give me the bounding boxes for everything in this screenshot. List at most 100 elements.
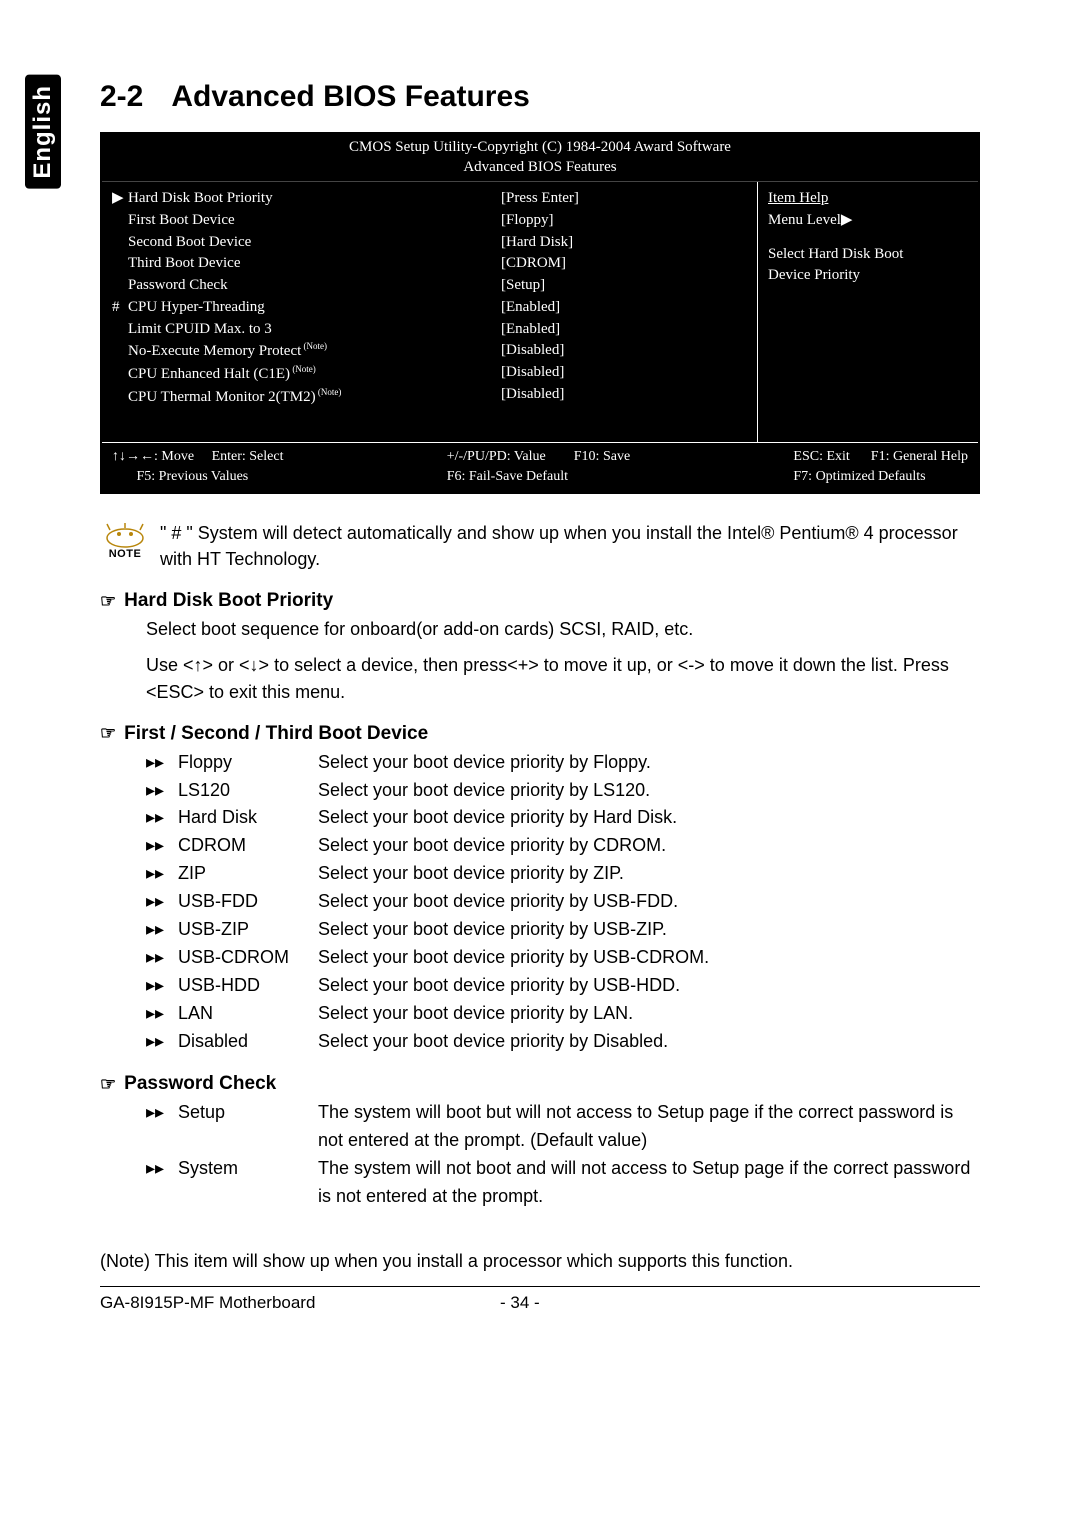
password-option-text: The system will not boot and will not ac… (318, 1155, 980, 1211)
bios-key-select: Enter: Select (212, 449, 284, 464)
bullet-icon: ▸▸ (146, 916, 168, 944)
bios-item-name: CPU Thermal Monitor 2(TM2) (Note) (112, 386, 481, 409)
bullet-icon: ▸▸ (146, 972, 168, 1000)
section-heading: 2-2 Advanced BIOS Features (100, 80, 980, 114)
boot-option-text: Select your boot device priority by USB-… (318, 944, 980, 972)
bullet-icon: ▸▸ (146, 1000, 168, 1028)
bullet-icon: ▸▸ (146, 1099, 168, 1155)
bios-item-value: [Disabled] (501, 362, 747, 384)
boot-option-label: USB-HDD (178, 972, 308, 1000)
bullet-icon: ▸▸ (146, 1028, 168, 1056)
hand-icon: ☞ (100, 591, 116, 612)
bios-help-pane: Item Help Menu Level▶ Select Hard Disk B… (758, 182, 978, 442)
boot-option: ▸▸ USB-CDROM Select your boot device prior… (146, 944, 980, 972)
bios-header-line2: Advanced BIOS Features (102, 158, 978, 178)
bios-key-prev: F5: Previous Values (137, 469, 249, 484)
bios-key-failsafe: F6: Fail-Save Default (447, 469, 568, 484)
boot-option-label: ZIP (178, 860, 308, 888)
boot-option-text: Select your boot device priority by USB-… (318, 888, 980, 916)
bullet-icon: ▸▸ (146, 777, 168, 805)
bullet-icon: ▸▸ (146, 944, 168, 972)
section-title-text: Advanced BIOS Features (171, 80, 529, 113)
password-option-label: Setup (178, 1099, 308, 1155)
language-tab: English (25, 75, 61, 189)
boot-option-label: USB-ZIP (178, 916, 308, 944)
bios-item-name: First Boot Device (112, 210, 481, 232)
bios-item-value: [Floppy] (501, 210, 747, 232)
hdbp-title: Hard Disk Boot Priority (124, 590, 333, 612)
bios-item-name: Third Boot Device (112, 253, 481, 275)
password-option-text: The system will boot but will not access… (318, 1099, 980, 1155)
boot-option-label: USB-FDD (178, 888, 308, 916)
boot-option-label: LS120 (178, 777, 308, 805)
boot-option: ▸▸ USB-FDD Select your boot device priorit… (146, 888, 980, 916)
boot-option: ▸▸ Disabled Select your boot device priori… (146, 1028, 980, 1056)
bios-key-help: F1: General Help (871, 449, 968, 464)
boot-option-text: Select your boot device priority by USB-… (318, 916, 980, 944)
boot-option-label: USB-CDROM (178, 944, 308, 972)
bios-item-value: [Enabled] (501, 297, 747, 319)
note-block: NOTE " # " System will detect automatica… (100, 520, 980, 572)
boot-option: ▸▸ Floppy Select your boot device priority… (146, 749, 980, 777)
bios-item-name: No-Execute Memory Protect (Note) (112, 340, 481, 363)
bios-help-menu-level: Menu Level▶ (768, 210, 968, 232)
hard-disk-boot-priority-section: ☞ Hard Disk Boot Priority Select boot seq… (100, 590, 980, 704)
hand-icon: ☞ (100, 1074, 116, 1095)
bios-key-value: +/-/PU/PD: Value (447, 449, 546, 464)
bios-help-desc: Select Hard Disk Boot (768, 244, 968, 266)
boot-option-text: Select your boot device priority by Flop… (318, 749, 980, 777)
boot-option-label: LAN (178, 1000, 308, 1028)
bios-item-value: [Enabled] (501, 319, 747, 341)
boot-option: ▸▸ LAN Select your boot device priority by… (146, 1000, 980, 1028)
bios-item-name: Second Boot Device (112, 232, 481, 254)
footnote: (Note) This item will show up when you i… (100, 1251, 980, 1272)
bios-item-name: CPU Enhanced Halt (C1E) (Note) (112, 363, 481, 386)
boot-option-text: Select your boot device priority by Disa… (318, 1028, 980, 1056)
boot-device-section: ☞ First / Second / Third Boot Device ▸▸ Fl… (100, 723, 980, 1056)
boot-option: ▸▸ZIPSelect your boot device priority by… (146, 860, 980, 888)
boot-option-text: Select your boot device priority by LS12… (318, 777, 980, 805)
bullet-icon: ▸▸ (146, 888, 168, 916)
bullet-icon: ▸▸ (146, 749, 168, 777)
bios-key-exit: ESC: Exit (793, 449, 849, 464)
boot-option: ▸▸ Hard Disk Select your boot device prior… (146, 804, 980, 832)
footer-model: GA-8I915P-MF Motherboard (100, 1293, 500, 1313)
boot-option-label: CDROM (178, 832, 308, 860)
boot-option: ▸▸ USB-ZIP Select your boot device priorit… (146, 916, 980, 944)
bios-item-name: Limit CPUID Max. to 3 (112, 319, 481, 341)
boot-option: ▸▸ USB-HDD Select your boot device priorit… (146, 972, 980, 1000)
boot-option-text: Select your boot device priority by Hard… (318, 804, 980, 832)
boot-option-text: Select your boot device priority by ZIP. (318, 860, 980, 888)
boot-option-label: Floppy (178, 749, 308, 777)
bios-item-value: [Hard Disk] (501, 232, 747, 254)
note-text: " # " System will detect automatically a… (160, 520, 980, 572)
bios-item-value: [Setup] (501, 275, 747, 297)
bios-item-value: [Disabled] (501, 340, 747, 362)
boot-title: First / Second / Third Boot Device (124, 723, 428, 745)
note-icon: NOTE (100, 520, 150, 560)
boot-option-text: Select your boot device priority by USB-… (318, 972, 980, 1000)
boot-option-text: Select your boot device priority by LAN. (318, 1000, 980, 1028)
bios-screenshot: CMOS Setup Utility-Copyright (C) 1984-20… (100, 132, 980, 494)
bios-item-name: #CPU Hyper-Threading (112, 297, 481, 319)
bios-item-value: [Disabled] (501, 384, 747, 406)
boot-option-label: Hard Disk (178, 804, 308, 832)
boot-option: ▸▸ LS120 Select your boot device priority … (146, 777, 980, 805)
bullet-icon: ▸▸ (146, 832, 168, 860)
password-option: ▸▸SetupThe system will boot but will not… (146, 1099, 980, 1155)
hdbp-p1: Select boot sequence for onboard(or add-… (146, 616, 980, 642)
bios-item-value: [CDROM] (501, 253, 747, 275)
bios-header: CMOS Setup Utility-Copyright (C) 1984-20… (102, 134, 978, 182)
bios-item-name: Password Check (112, 275, 481, 297)
bullet-icon: ▸▸ (146, 804, 168, 832)
bios-help-label: Item Help (768, 188, 968, 210)
section-number: 2-2 (100, 80, 143, 113)
bios-key-save: F10: Save (574, 449, 630, 464)
pwd-title: Password Check (124, 1073, 276, 1095)
hdbp-p2: Use <↑> or <↓> to select a device, then … (146, 652, 980, 704)
password-option-label: System (178, 1155, 308, 1211)
hand-icon: ☞ (100, 723, 116, 744)
bios-help-desc: Device Priority (768, 265, 968, 287)
bios-key-optimized: F7: Optimized Defaults (793, 469, 925, 484)
boot-option-label: Disabled (178, 1028, 308, 1056)
